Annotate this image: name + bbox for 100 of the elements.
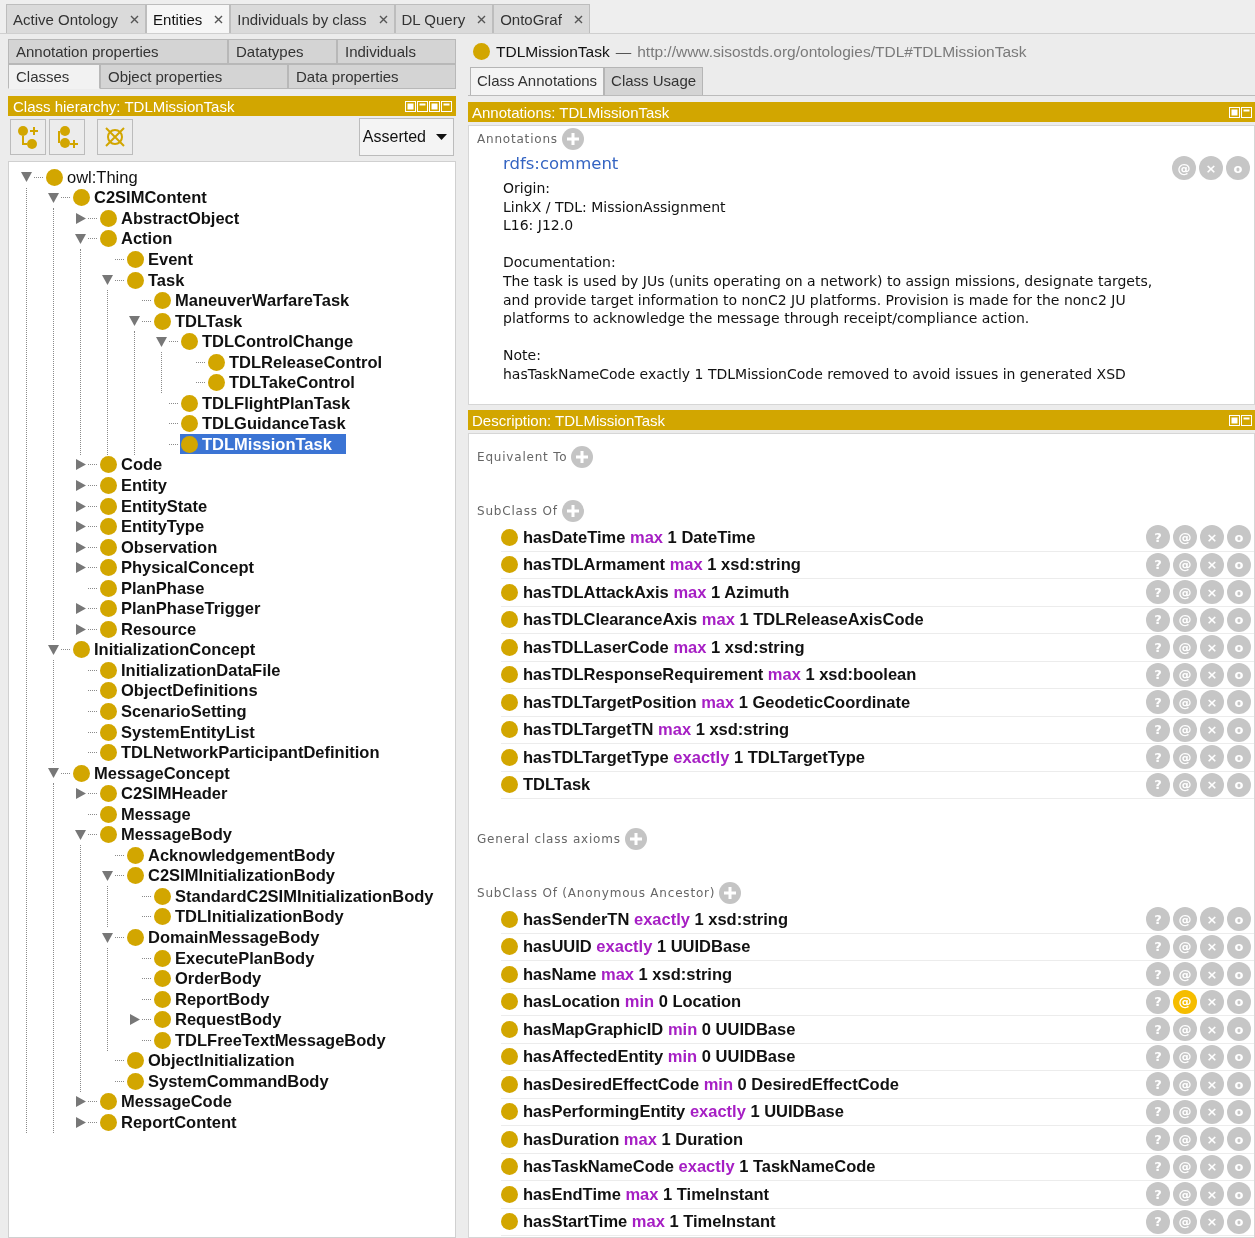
row-action-button[interactable]: o	[1227, 525, 1251, 550]
tab[interactable]: Data properties	[288, 64, 456, 89]
expanded-arrow-icon[interactable]	[102, 870, 113, 881]
class-axiom[interactable]: hasTDLArmament max 1 xsd:string	[523, 555, 801, 575]
tree-item[interactable]: C2SIMInitializationBody	[126, 865, 349, 886]
tree-item[interactable]: SystemCommandBody	[126, 1071, 343, 1092]
tree-item[interactable]: TDLFlightPlanTask	[180, 393, 365, 414]
row-action-button[interactable]: o	[1227, 989, 1251, 1014]
tab[interactable]: Classes	[8, 64, 100, 89]
row-action-button[interactable]: ?	[1146, 962, 1170, 987]
row-action-button[interactable]: ?	[1146, 525, 1170, 550]
close-icon[interactable]	[477, 14, 487, 24]
row-action-button[interactable]: ×	[1200, 907, 1224, 932]
row-action-button[interactable]: ×	[1200, 772, 1224, 797]
row-action-button[interactable]: @	[1173, 1127, 1197, 1152]
tree-item[interactable]: Observation	[99, 537, 232, 558]
row-action-button[interactable]: ×	[1200, 962, 1224, 987]
close-icon[interactable]	[378, 14, 388, 24]
expanded-arrow-icon[interactable]	[129, 316, 140, 327]
row-action-button[interactable]: @	[1173, 989, 1197, 1014]
row-action-button[interactable]: ?	[1146, 635, 1170, 660]
row-action-button[interactable]: o	[1227, 1017, 1251, 1042]
collapsed-arrow-icon[interactable]	[75, 1116, 86, 1128]
tab[interactable]: OntoGraf	[493, 4, 590, 33]
row-action-button[interactable]: o	[1227, 580, 1251, 605]
row-action-button[interactable]: o	[1227, 552, 1251, 577]
tree-item[interactable]: Resource	[99, 619, 211, 640]
tree-item[interactable]: ScenarioSetting	[99, 701, 261, 722]
row-action-button[interactable]: ×	[1200, 1127, 1224, 1152]
row-action-button[interactable]: @	[1173, 525, 1197, 550]
collapsed-arrow-icon[interactable]	[75, 521, 86, 533]
row-action-button[interactable]: @	[1173, 1182, 1197, 1207]
class-axiom[interactable]: hasTDLTargetPosition max 1 GeodeticCoordinate	[523, 692, 911, 712]
row-action-button[interactable]: o	[1227, 690, 1251, 715]
collapsed-arrow-icon[interactable]	[75, 541, 86, 553]
row-action-button[interactable]: @	[1173, 1154, 1197, 1179]
row-action-button[interactable]: o	[1227, 1127, 1251, 1152]
row-action-button[interactable]: ×	[1200, 580, 1224, 605]
pane-controls-icon[interactable]	[1229, 106, 1252, 118]
class-axiom[interactable]: hasSenderTN exactly 1 xsd:string	[523, 909, 789, 929]
row-action-button[interactable]: ×	[1200, 1044, 1224, 1069]
class-axiom[interactable]: hasTDLTargetTN max 1 xsd:string	[523, 720, 790, 740]
row-action-button[interactable]: ?	[1146, 662, 1170, 687]
close-icon[interactable]	[130, 14, 140, 24]
row-action-button[interactable]: o	[1227, 962, 1251, 987]
row-action-button[interactable]: o	[1227, 934, 1251, 959]
tree-item[interactable]: PlanPhase	[99, 578, 219, 599]
row-action-button[interactable]: ?	[1146, 772, 1170, 797]
row-action-button[interactable]: ?	[1146, 1099, 1170, 1124]
row-action-button[interactable]: o	[1226, 156, 1250, 180]
close-icon[interactable]	[214, 14, 224, 24]
row-action-button[interactable]: o	[1227, 772, 1251, 797]
tree-item[interactable]: TDLMissionTask	[180, 434, 346, 455]
row-action-button[interactable]: o	[1227, 635, 1251, 660]
collapsed-arrow-icon[interactable]	[75, 479, 86, 491]
row-action-button[interactable]: o	[1227, 745, 1251, 770]
row-action-button[interactable]: @	[1173, 1044, 1197, 1069]
expanded-arrow-icon[interactable]	[156, 336, 167, 347]
tree-item[interactable]: ObjectInitialization	[126, 1050, 309, 1071]
collapsed-arrow-icon[interactable]	[75, 500, 86, 512]
row-action-button[interactable]: ×	[1200, 989, 1224, 1014]
row-action-button[interactable]: ?	[1146, 690, 1170, 715]
row-action-button[interactable]: @	[1173, 607, 1197, 632]
tree-item[interactable]: InitializationConcept	[72, 639, 270, 660]
tree-item[interactable]: DomainMessageBody	[126, 927, 334, 948]
row-action-button[interactable]: @	[1173, 772, 1197, 797]
tree-item[interactable]: ReportContent	[99, 1112, 251, 1133]
row-action-button[interactable]: ×	[1200, 552, 1224, 577]
row-action-button[interactable]: ×	[1199, 156, 1223, 180]
row-action-button[interactable]: ?	[1146, 907, 1170, 932]
row-action-button[interactable]: @	[1173, 962, 1197, 987]
class-axiom[interactable]: hasPerformingEntity exactly 1 UUIDBase	[523, 1102, 844, 1122]
row-action-button[interactable]: o	[1227, 1154, 1251, 1179]
tree-item[interactable]: Action	[99, 228, 187, 249]
row-action-button[interactable]: @	[1173, 1017, 1197, 1042]
pane-controls-icon[interactable]	[405, 100, 452, 112]
row-action-button[interactable]: ×	[1200, 525, 1224, 550]
tree-item[interactable]: Message	[99, 804, 205, 825]
class-axiom[interactable]: hasDesiredEffectCode min 0 DesiredEffectCode	[523, 1074, 899, 1094]
tree-item[interactable]: TDLReleaseControl	[207, 352, 397, 373]
row-action-button[interactable]: @	[1173, 690, 1197, 715]
row-action-button[interactable]: ×	[1200, 662, 1224, 687]
tree-item[interactable]: RequestBody	[153, 1009, 296, 1030]
tree-item[interactable]: ReportBody	[153, 989, 284, 1010]
tab[interactable]: Class Annotations	[470, 67, 605, 95]
class-axiom[interactable]: hasTaskNameCode exactly 1 TaskNameCode	[523, 1157, 876, 1177]
class-axiom[interactable]: hasMapGraphicID min 0 UUIDBase	[523, 1019, 796, 1039]
row-action-button[interactable]: ×	[1200, 1099, 1224, 1124]
class-axiom[interactable]: hasTDLAttackAxis max 1 Azimuth	[523, 582, 790, 602]
expanded-arrow-icon[interactable]	[48, 644, 59, 655]
row-action-button[interactable]: ?	[1146, 552, 1170, 577]
tab[interactable]: Class Usage	[604, 67, 704, 95]
tree-item[interactable]: EntityState	[99, 496, 222, 516]
tree-item[interactable]: Code	[99, 454, 177, 475]
row-action-button[interactable]: @	[1173, 907, 1197, 932]
row-action-button[interactable]: ×	[1200, 607, 1224, 632]
tree-item[interactable]: ObjectDefinitions	[99, 680, 272, 701]
row-action-button[interactable]: ×	[1200, 1154, 1224, 1179]
tree-item[interactable]: TDLTask	[153, 311, 257, 332]
view-dropdown[interactable]: Asserted	[358, 118, 454, 156]
